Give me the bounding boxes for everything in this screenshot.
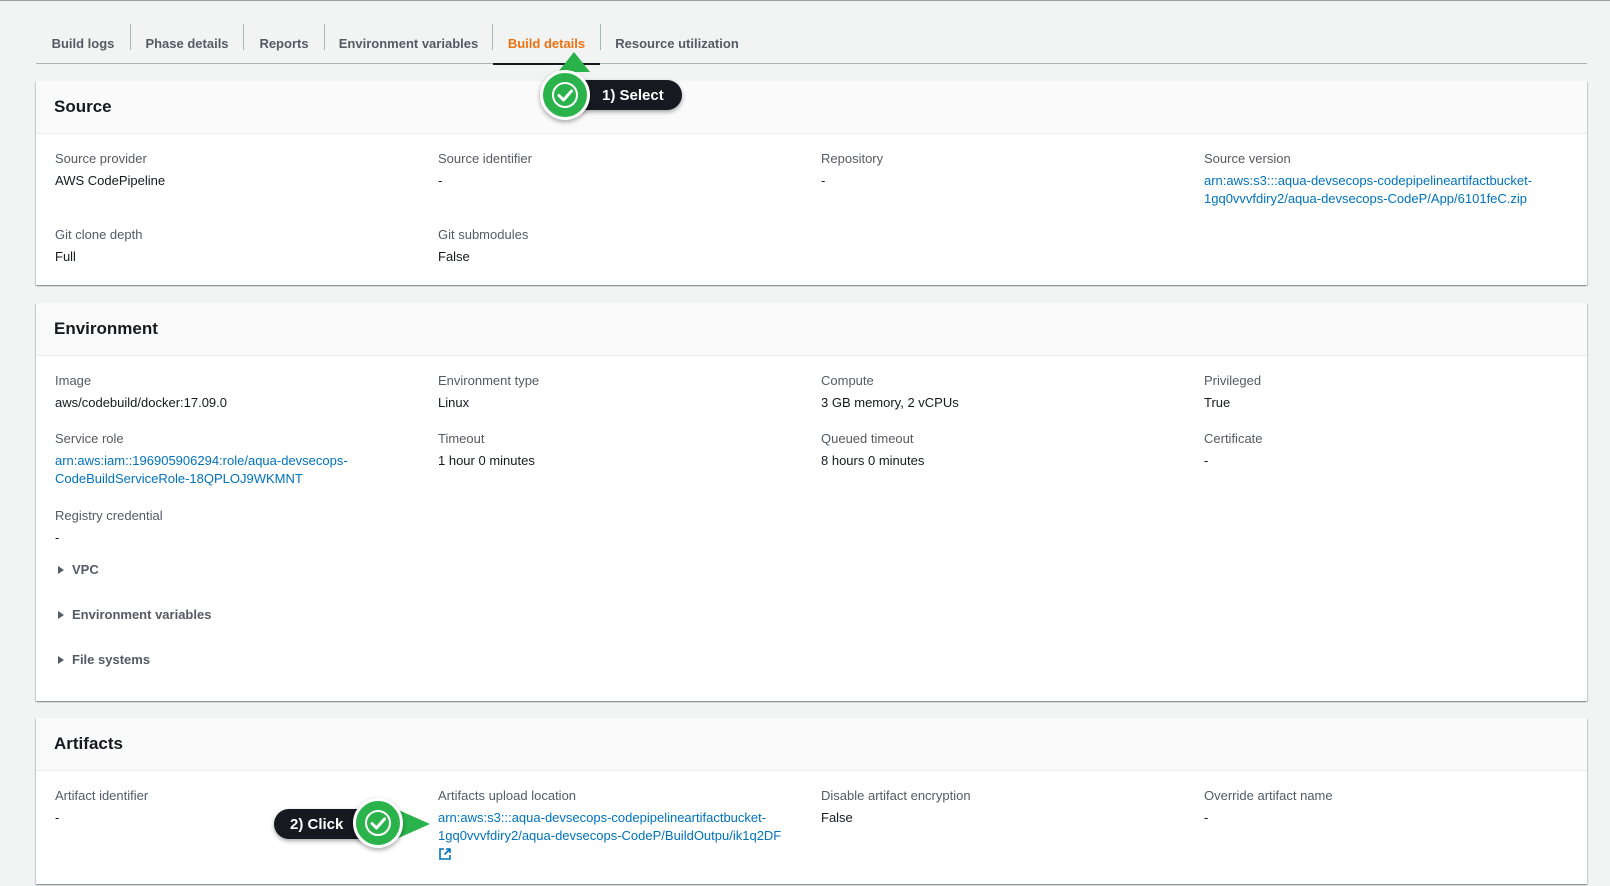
field-value: - bbox=[1204, 453, 1209, 468]
callout-select: 1) Select bbox=[540, 52, 682, 128]
service-role-link[interactable]: arn:aws:iam::196905906294:role/aqua-devs… bbox=[55, 452, 415, 488]
privileged-field: Privileged True bbox=[1204, 372, 1564, 412]
field-label: Override artifact name bbox=[1204, 788, 1333, 803]
link-line: arn:aws:iam::196905906294:role/aqua-devs… bbox=[55, 453, 348, 468]
field-value: Linux bbox=[438, 395, 470, 410]
artifacts-upload-location-link[interactable]: arn:aws:s3:::aqua-devsecops-codepipeline… bbox=[438, 809, 818, 866]
expander-label: VPC bbox=[72, 562, 99, 577]
file-systems-expander[interactable]: File systems bbox=[58, 652, 150, 667]
check-icon bbox=[540, 70, 590, 120]
field-label: Environment type bbox=[438, 373, 540, 388]
field-label: Registry credential bbox=[55, 508, 163, 523]
source-panel: Source Source provider AWS CodePipeline … bbox=[36, 81, 1587, 285]
environment-variables-expander[interactable]: Environment variables bbox=[58, 607, 211, 622]
artifacts-panel: Artifacts Artifact identifier - Artifact… bbox=[36, 718, 1587, 884]
compute-field: Compute 3 GB memory, 2 vCPUs bbox=[821, 372, 1181, 412]
field-label: Git clone depth bbox=[55, 227, 143, 242]
tab-bar: Build logs Phase details Reports Environ… bbox=[36, 18, 1587, 65]
expander-label: File systems bbox=[72, 652, 151, 667]
source-identifier-field: Source identifier - bbox=[438, 150, 798, 190]
field-label: Git submodules bbox=[438, 227, 529, 242]
link-line: 1gq0vvvfdiry2/aqua-devsecops-CodeP/App/6… bbox=[1204, 191, 1528, 206]
field-value: aws/codebuild/docker:17.09.0 bbox=[55, 395, 228, 410]
source-version-field: Source version arn:aws:s3:::aqua-devseco… bbox=[1204, 150, 1584, 208]
environment-panel: Environment Image aws/codebuild/docker:1… bbox=[36, 303, 1587, 701]
field-value: AWS CodePipeline bbox=[55, 173, 166, 188]
field-label: Image bbox=[55, 373, 92, 388]
field-value: - bbox=[1204, 810, 1209, 825]
field-label: Repository bbox=[821, 151, 884, 166]
service-role-field: Service role arn:aws:iam::196905906294:r… bbox=[55, 430, 415, 488]
registry-credential-field: Registry credential - bbox=[55, 507, 415, 547]
field-value: True bbox=[1204, 395, 1231, 410]
field-value: - bbox=[438, 173, 443, 188]
field-value: False bbox=[438, 249, 470, 264]
source-provider-field: Source provider AWS CodePipeline bbox=[55, 150, 415, 190]
field-value: False bbox=[821, 810, 853, 825]
link-line: arn:aws:s3:::aqua-devsecops-codepipeline… bbox=[1204, 173, 1533, 188]
external-link-icon bbox=[438, 847, 452, 866]
field-label: Disable artifact encryption bbox=[821, 788, 971, 803]
caret-right-icon bbox=[58, 655, 64, 664]
field-label: Source version bbox=[1204, 151, 1291, 166]
top-border bbox=[0, 0, 1610, 1]
check-icon bbox=[353, 798, 403, 848]
tab-phase-details[interactable]: Phase details bbox=[131, 22, 243, 64]
tab-environment-variables[interactable]: Environment variables bbox=[325, 22, 492, 64]
caret-right-icon bbox=[58, 610, 64, 619]
callout-pointer bbox=[558, 52, 590, 72]
field-label: Service role bbox=[55, 431, 124, 446]
vpc-expander[interactable]: VPC bbox=[58, 562, 99, 577]
source-version-link[interactable]: arn:aws:s3:::aqua-devsecops-codepipeline… bbox=[1204, 172, 1584, 208]
callout-click: 2) Click bbox=[274, 798, 430, 854]
environment-type-field: Environment type Linux bbox=[438, 372, 798, 412]
field-value: Full bbox=[55, 249, 76, 264]
tab-reports[interactable]: Reports bbox=[244, 22, 324, 64]
override-artifact-name-field: Override artifact name - bbox=[1204, 787, 1564, 827]
field-value: 1 hour 0 minutes bbox=[438, 453, 535, 468]
certificate-field: Certificate - bbox=[1204, 430, 1564, 470]
field-label: Certificate bbox=[1204, 431, 1263, 446]
link-line: CodeBuildServiceRole-18QPLOJ9WKMNT bbox=[55, 471, 303, 486]
git-clone-depth-field: Git clone depth Full bbox=[55, 226, 415, 266]
field-label: Source provider bbox=[55, 151, 147, 166]
expander-label: Environment variables bbox=[72, 607, 212, 622]
timeout-field: Timeout 1 hour 0 minutes bbox=[438, 430, 798, 470]
field-label: Timeout bbox=[438, 431, 485, 446]
repository-field: Repository - bbox=[821, 150, 1181, 190]
field-label: Artifacts upload location bbox=[438, 788, 577, 803]
caret-right-icon bbox=[58, 565, 64, 574]
artifacts-panel-title: Artifacts bbox=[36, 718, 1587, 771]
link-line: 1gq0vvvfdiry2/aqua-devsecops-CodeP/Build… bbox=[438, 828, 782, 843]
git-submodules-field: Git submodules False bbox=[438, 226, 798, 266]
field-value: 3 GB memory, 2 vCPUs bbox=[821, 395, 959, 410]
artifacts-upload-location-field: Artifacts upload location arn:aws:s3:::a… bbox=[438, 787, 818, 866]
field-value: - bbox=[821, 173, 826, 188]
environment-panel-title: Environment bbox=[36, 303, 1587, 356]
field-label: Compute bbox=[821, 373, 874, 388]
image-field: Image aws/codebuild/docker:17.09.0 bbox=[55, 372, 415, 412]
field-label: Privileged bbox=[1204, 373, 1262, 388]
disable-artifact-encryption-field: Disable artifact encryption False bbox=[821, 787, 1181, 827]
field-value: - bbox=[55, 530, 60, 545]
tab-build-logs[interactable]: Build logs bbox=[36, 22, 130, 64]
queued-timeout-field: Queued timeout 8 hours 0 minutes bbox=[821, 430, 1181, 470]
link-line: arn:aws:s3:::aqua-devsecops-codepipeline… bbox=[438, 810, 767, 825]
field-label: Queued timeout bbox=[821, 431, 914, 446]
field-label: Source identifier bbox=[438, 151, 532, 166]
field-value: 8 hours 0 minutes bbox=[821, 453, 925, 468]
source-panel-title: Source bbox=[36, 81, 1587, 134]
